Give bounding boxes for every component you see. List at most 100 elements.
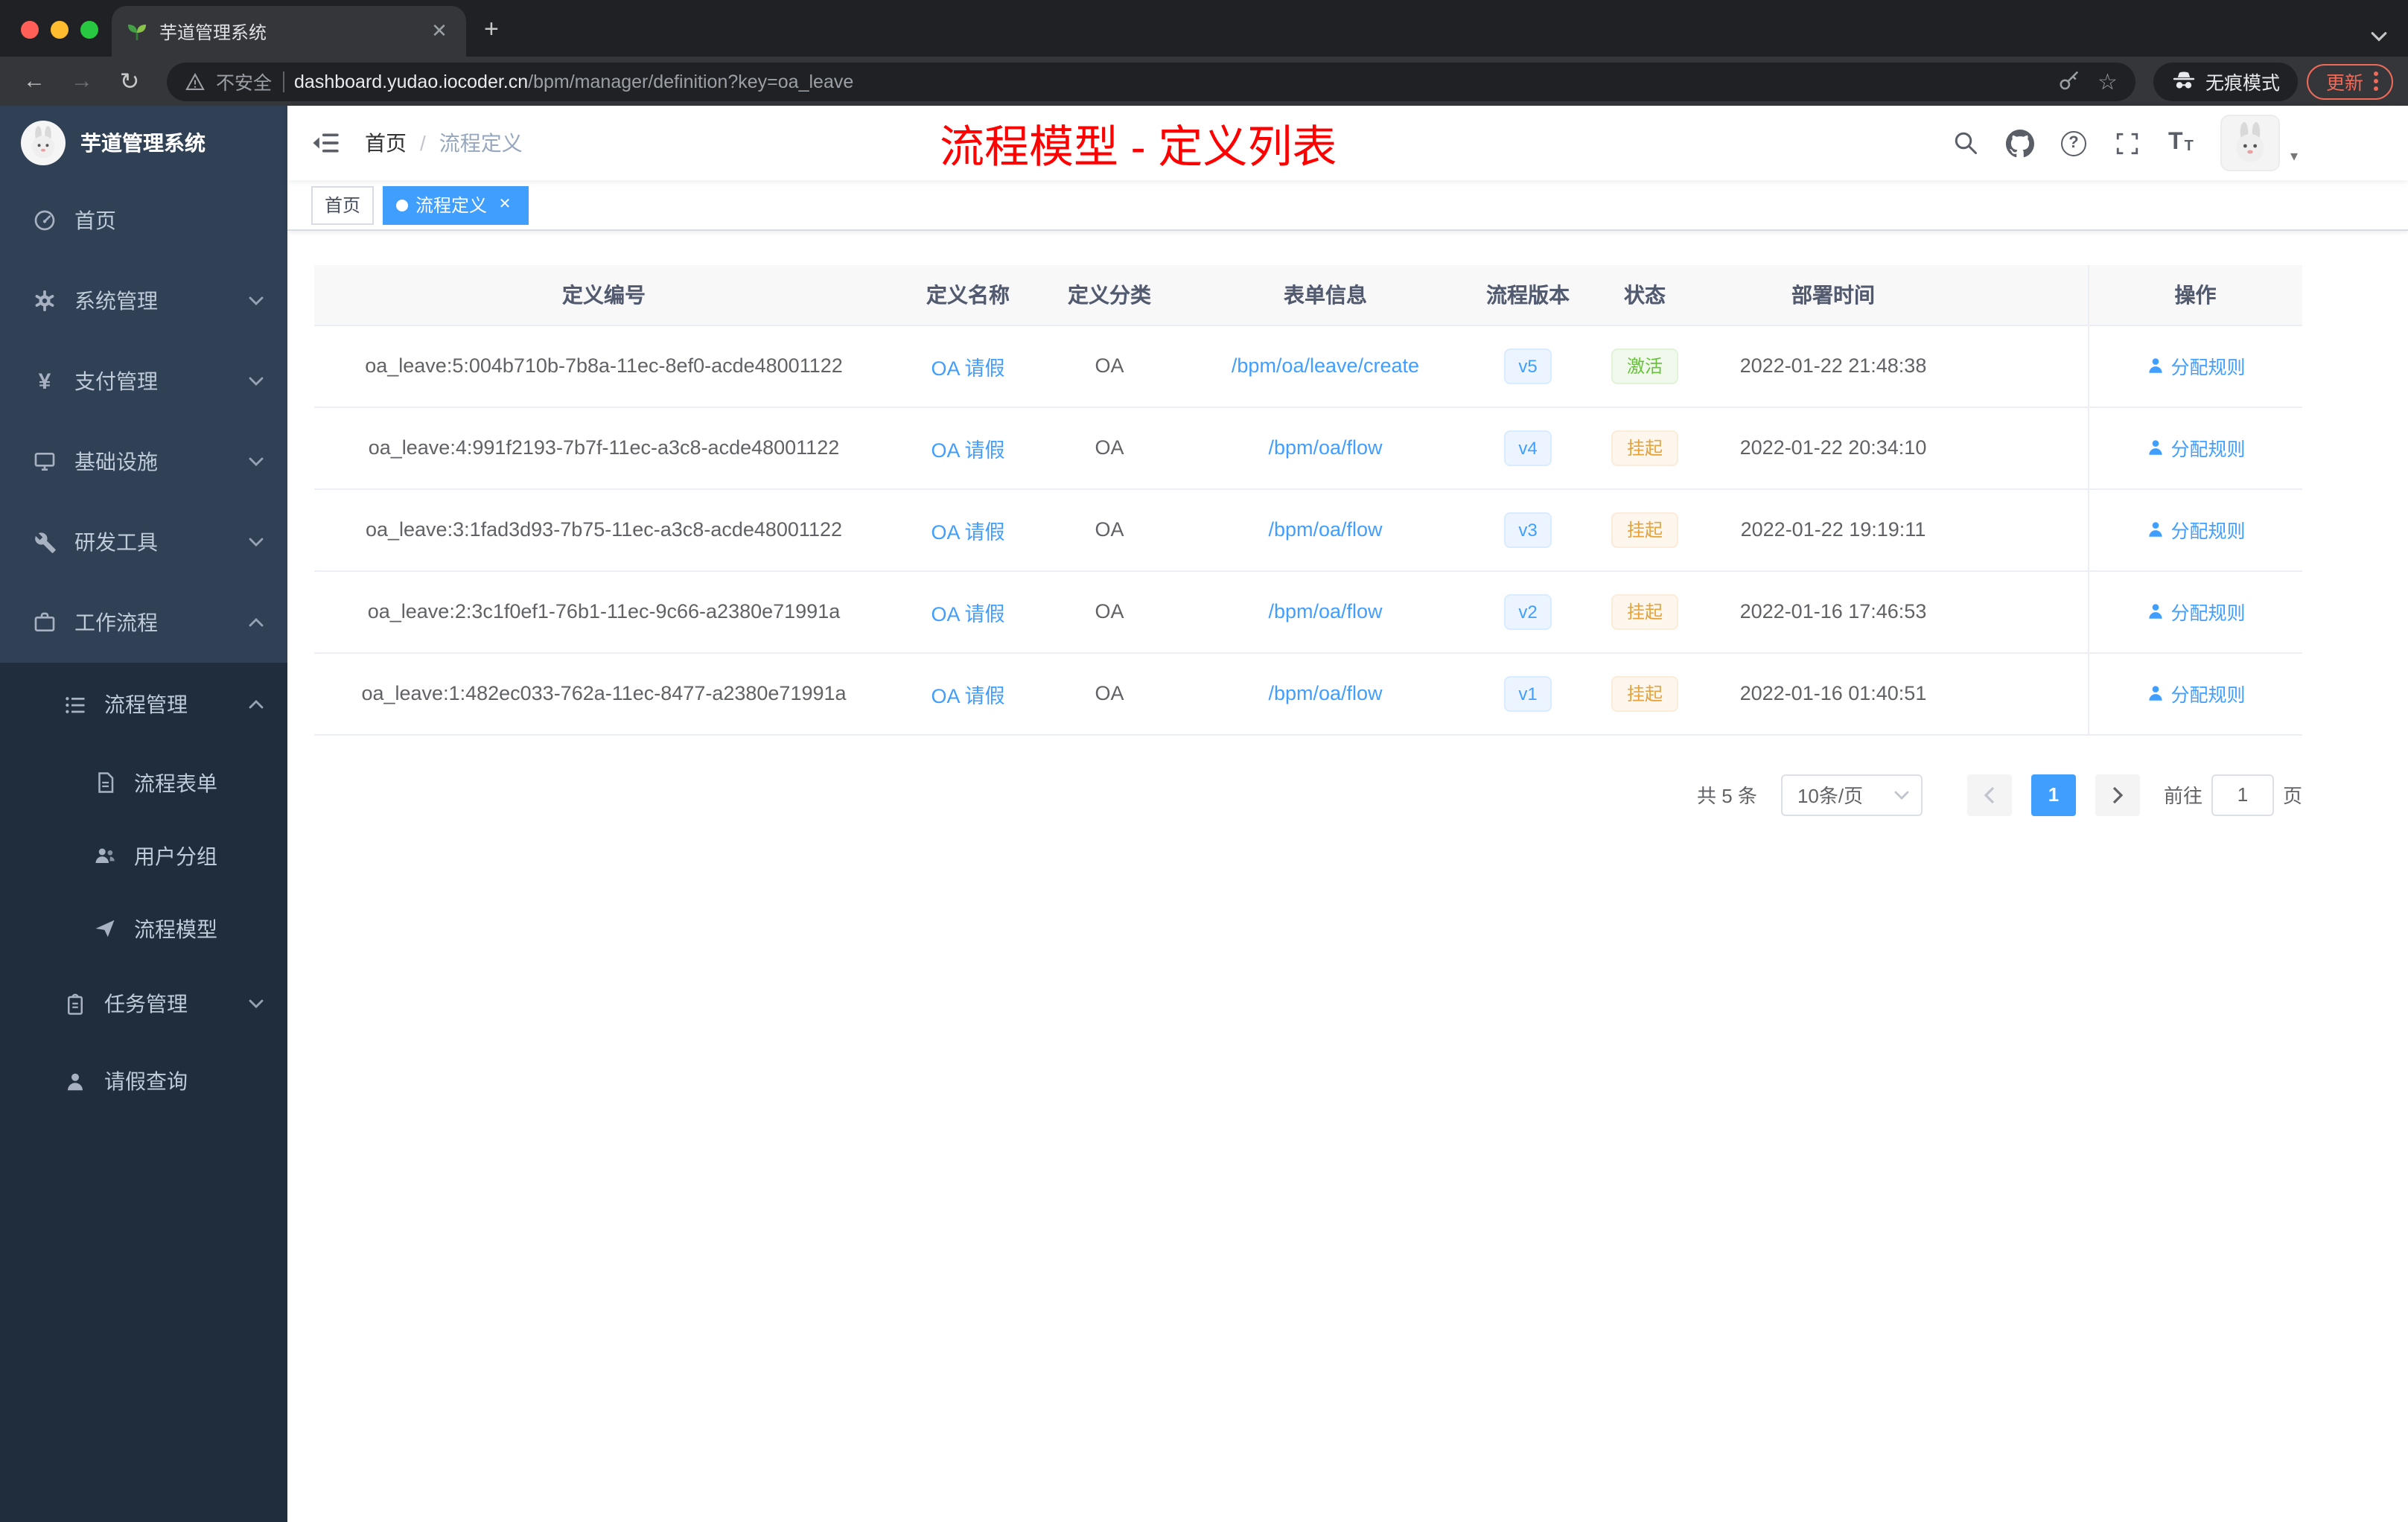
definition-name-link[interactable]: OA 请假 (931, 520, 1004, 543)
fullscreen-icon[interactable] (2113, 129, 2141, 157)
sidebar-item-label: 用户分组 (134, 844, 217, 867)
bookmark-star-icon[interactable] (2098, 68, 2118, 95)
form-link[interactable]: /bpm/oa/flow (1268, 518, 1382, 541)
sidebar-item-user-group[interactable]: 用户分组 (0, 819, 287, 892)
zoom-window-button[interactable] (80, 21, 98, 39)
chevron-down-icon (249, 377, 264, 386)
assign-rule-button[interactable]: 分配规则 (2145, 515, 2246, 544)
tab-search-chevron-icon[interactable] (2371, 31, 2387, 42)
form-link[interactable]: /bpm/oa/leave/create (1232, 354, 1419, 377)
password-key-icon[interactable] (2057, 70, 2080, 92)
help-icon[interactable] (2060, 129, 2088, 157)
assign-rule-button[interactable]: 分配规则 (2145, 351, 2246, 380)
assign-rule-button[interactable]: 分配规则 (2145, 433, 2246, 462)
browser-tab[interactable]: 芋道管理系统 (112, 6, 466, 57)
avatar-dropdown-caret-icon[interactable] (2290, 149, 2298, 165)
sidebar-item-workflow[interactable]: 工作流程 (0, 582, 287, 663)
definition-category: OA (1042, 325, 1176, 407)
omnibox-divider (282, 71, 284, 92)
column-header-name: 定义名称 (894, 265, 1042, 325)
tag-label: 首页 (325, 195, 361, 216)
version-badge: v3 (1503, 512, 1552, 547)
tag-close-icon[interactable] (494, 194, 515, 215)
prev-page-button[interactable] (1966, 774, 2012, 815)
address-bar[interactable]: 不安全 dashboard.yudao.iocoder.cn/bpm/manag… (167, 62, 2135, 101)
reload-button[interactable] (110, 62, 149, 101)
page-size-select[interactable]: 10条/页 (1780, 774, 1923, 815)
sidebar-item-task-management[interactable]: 任务管理 (0, 965, 287, 1042)
definition-table: 定义编号 定义名称 定义分类 表单信息 流程版本 状态 部署时间 操作 oa_l… (314, 265, 2302, 735)
browser-toolbar: 不安全 dashboard.yudao.iocoder.cn/bpm/manag… (0, 57, 2408, 106)
forward-button[interactable] (63, 62, 101, 101)
status-badge: 挂起 (1611, 512, 1678, 547)
sidebar-item-home[interactable]: 首页 (0, 180, 287, 261)
goto-unit-label: 页 (2282, 785, 2302, 807)
status-badge: 激活 (1611, 348, 1678, 383)
close-window-button[interactable] (21, 21, 39, 39)
sidebar-item-process-model[interactable]: 流程模型 (0, 892, 287, 965)
sidebar-item-payment-management[interactable]: ¥ 支付管理 (0, 341, 287, 421)
column-header-actions: 操作 (2087, 265, 2302, 325)
filler-cell (1958, 407, 2088, 489)
search-icon[interactable] (1952, 129, 1981, 157)
table-row: oa_leave:4:991f2193-7b7f-11ec-a3c8-acde4… (314, 407, 2302, 489)
url-path: /bpm/manager/definition?key=oa_leave (528, 71, 854, 92)
status-badge: 挂起 (1611, 593, 1678, 629)
browser-update-button[interactable]: 更新 (2306, 63, 2393, 99)
tag-home[interactable]: 首页 (311, 185, 375, 224)
chevron-up-icon (249, 700, 264, 709)
browser-menu-icon[interactable] (2374, 71, 2378, 91)
gear-icon (33, 289, 57, 313)
version-badge: v5 (1503, 348, 1552, 383)
tab-close-icon[interactable] (427, 19, 451, 43)
assign-rule-button[interactable]: 分配规则 (2145, 597, 2246, 625)
sidebar-item-system-management[interactable]: 系统管理 (0, 261, 287, 341)
assign-rule-label: 分配规则 (2170, 685, 2246, 706)
column-header-form: 表单信息 (1176, 265, 1474, 325)
sidebar-toggle-button[interactable] (311, 128, 341, 158)
not-secure-warning-icon (185, 71, 206, 92)
hamburger-icon (311, 128, 341, 158)
minimize-window-button[interactable] (51, 21, 69, 39)
person-icon (2145, 356, 2165, 375)
form-link[interactable]: /bpm/oa/flow (1268, 600, 1382, 623)
status-badge: 挂起 (1611, 430, 1678, 465)
definition-category: OA (1042, 488, 1176, 571)
font-size-icon[interactable] (2167, 129, 2195, 157)
person-icon (2145, 520, 2165, 539)
new-tab-button[interactable] (484, 15, 499, 45)
breadcrumb-home[interactable]: 首页 (365, 128, 407, 158)
definition-id: oa_leave:2:3c1f0ef1-76b1-11ec-9c66-a2380… (314, 570, 894, 653)
goto-page-input[interactable] (2211, 774, 2274, 815)
sidebar-item-infrastructure[interactable]: 基础设施 (0, 421, 287, 502)
definition-name-link[interactable]: OA 请假 (931, 357, 1004, 379)
person-icon (63, 1069, 86, 1093)
page-number-button[interactable]: 1 (2030, 774, 2076, 815)
tag-process-definition[interactable]: 流程定义 (383, 185, 529, 224)
incognito-badge: 无痕模式 (2153, 62, 2298, 101)
assign-rule-button[interactable]: 分配规则 (2145, 679, 2246, 707)
sidebar-item-process-form[interactable]: 流程表单 (0, 746, 287, 819)
definition-name-link[interactable]: OA 请假 (931, 602, 1004, 625)
sidebar-item-dev-tools[interactable]: 研发工具 (0, 502, 287, 582)
definition-id: oa_leave:1:482ec033-762a-11ec-8477-a2380… (314, 652, 894, 735)
sidebar-item-leave-query[interactable]: 请假查询 (0, 1042, 287, 1120)
form-link[interactable]: /bpm/oa/flow (1268, 682, 1382, 704)
tags-view: 首页 流程定义 (287, 180, 2408, 231)
briefcase-icon (33, 611, 57, 634)
next-page-button[interactable] (2095, 774, 2140, 815)
definition-id: oa_leave:4:991f2193-7b7f-11ec-a3c8-acde4… (314, 407, 894, 489)
column-header-status: 状态 (1582, 265, 1708, 325)
definition-name-link[interactable]: OA 请假 (931, 439, 1004, 461)
user-avatar[interactable] (2220, 115, 2280, 171)
sidebar-logo[interactable]: 芋道管理系统 (0, 106, 287, 180)
back-button[interactable] (15, 62, 54, 101)
form-link[interactable]: /bpm/oa/flow (1268, 436, 1382, 459)
github-icon[interactable] (2006, 129, 2034, 157)
deploy-time: 2022-01-22 21:48:38 (1708, 325, 1958, 407)
table-header-row: 定义编号 定义名称 定义分类 表单信息 流程版本 状态 部署时间 操作 (314, 265, 2302, 325)
security-label: 不安全 (216, 73, 273, 94)
sidebar-item-process-management[interactable]: 流程管理 (0, 663, 287, 746)
ordered-list-icon (63, 692, 86, 716)
definition-name-link[interactable]: OA 请假 (931, 684, 1004, 707)
